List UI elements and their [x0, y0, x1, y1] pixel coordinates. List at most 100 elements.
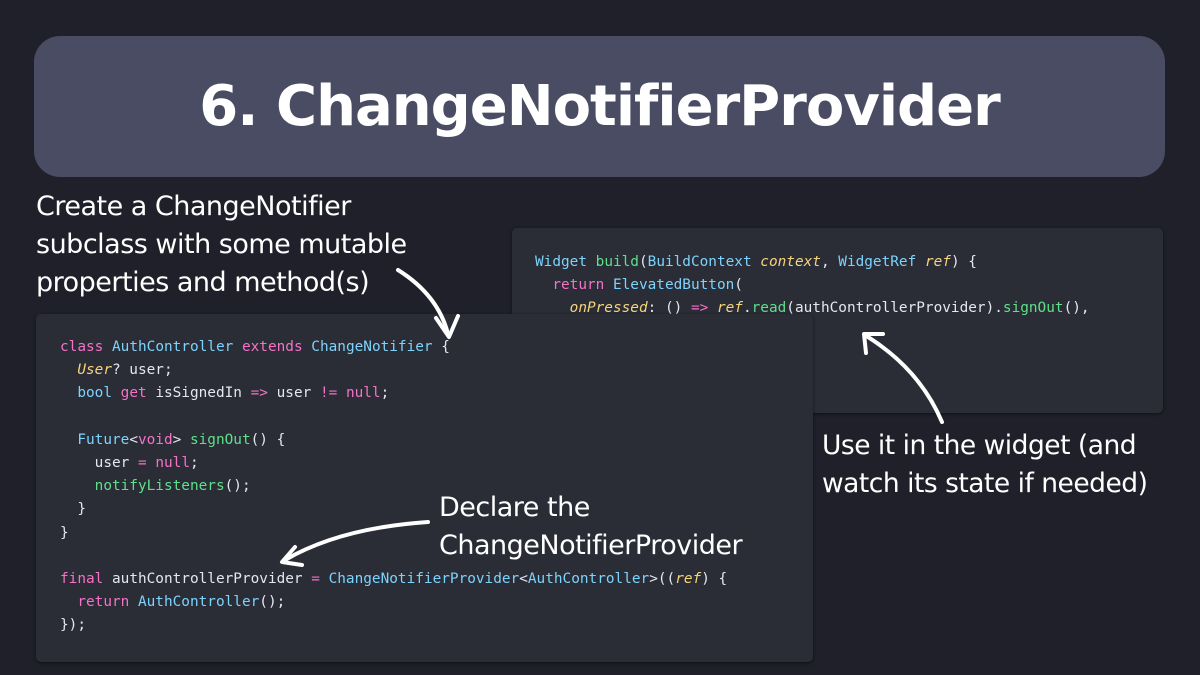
code-token: ( — [638, 254, 648, 270]
code-token: AuthController — [137, 594, 260, 611]
annotation-line: Use it in the widget (and — [822, 430, 1137, 461]
code-token: AuthController — [527, 570, 650, 587]
code-auth-controller: class AuthController extends ChangeNotif… — [60, 336, 727, 637]
code-token: ChangeNotifierProvider — [328, 570, 520, 587]
code-token: user — [267, 385, 320, 402]
code-token: < — [129, 431, 138, 448]
code-line: Widget build(BuildContext context, Widge… — [535, 251, 1090, 274]
annotation-line: Declare the — [439, 492, 590, 523]
code-token: ? user; — [111, 362, 173, 379]
annotation-line: Create a ChangeNotifier — [36, 191, 351, 222]
code-token: (authControllerProvider). — [786, 300, 1003, 317]
code-token: Widget — [535, 254, 587, 270]
annotation-line: subclass with some mutable — [36, 229, 407, 260]
code-token: AuthController — [112, 339, 234, 355]
code-token: < — [519, 570, 528, 587]
code-token: (); — [224, 478, 251, 495]
code-token: notifyListeners — [94, 478, 225, 495]
code-token: (), — [1063, 300, 1090, 317]
slide: 6. ChangeNotifierProvider Create a Chang… — [0, 0, 1200, 675]
code-token: null — [155, 454, 190, 471]
code-line: bool get isSignedIn => user != null; — [60, 382, 727, 405]
code-token: () { — [250, 431, 286, 448]
slide-title: 6. ChangeNotifierProvider — [199, 74, 1000, 139]
code-token: { — [432, 339, 450, 355]
annotation-create-subclass: Create a ChangeNotifier subclass with so… — [36, 188, 407, 302]
title-banner: 6. ChangeNotifierProvider — [34, 36, 1165, 177]
code-token: = — [311, 570, 320, 587]
code-token: ; — [380, 385, 390, 402]
annotation-line: ChangeNotifierProvider — [439, 530, 743, 561]
code-token: ) { — [701, 570, 728, 587]
code-token: => — [250, 385, 268, 402]
code-token: >(( — [649, 570, 676, 587]
code-token: ref — [924, 254, 951, 270]
code-line: class AuthController extends ChangeNotif… — [60, 336, 727, 359]
code-token: User — [77, 362, 112, 379]
code-token: bool — [77, 385, 112, 402]
code-token: BuildContext — [647, 254, 752, 270]
code-token: void — [137, 431, 173, 448]
code-token: (); — [259, 594, 286, 611]
code-token: return — [77, 594, 130, 611]
code-token: extends — [241, 339, 303, 355]
code-line: return ElevatedButton( — [535, 274, 1090, 297]
code-token: , — [820, 254, 839, 270]
code-token: final — [60, 570, 104, 587]
code-token: null — [345, 385, 381, 402]
code-token: ElevatedButton — [612, 277, 735, 294]
code-line: final authControllerProvider = ChangeNot… — [60, 568, 727, 591]
code-token: isSignedIn — [146, 385, 251, 402]
code-line: }); — [60, 614, 727, 637]
code-line: return AuthController(); — [60, 591, 727, 614]
code-token: != — [319, 385, 338, 402]
code-token: signOut — [1002, 300, 1064, 317]
code-token: } — [60, 524, 69, 541]
annotation-declare-provider: Declare the ChangeNotifierProvider — [439, 489, 743, 565]
code-line: User? user; — [60, 359, 727, 382]
code-token: context — [760, 254, 821, 270]
code-block-controller: class AuthController extends ChangeNotif… — [36, 314, 813, 662]
code-token: ; — [189, 454, 199, 471]
code-token: ref — [675, 570, 702, 587]
code-token: > — [172, 431, 190, 448]
code-token: ( — [734, 277, 743, 294]
code-token: user — [60, 454, 138, 471]
code-token: build — [595, 254, 639, 270]
code-token: authControllerProvider — [103, 570, 312, 587]
code-token: }); — [60, 617, 86, 634]
annotation-line: watch its state if needed) — [822, 468, 1148, 499]
code-token: ) { — [950, 254, 977, 270]
annotation-line: properties and method(s) — [36, 267, 370, 298]
code-token: = — [137, 454, 147, 471]
code-token: ChangeNotifier — [311, 339, 433, 355]
code-token: class — [60, 339, 104, 355]
code-token: Future — [77, 431, 130, 448]
code-line: Future<void> signOut() { — [60, 429, 727, 452]
code-token: return — [552, 277, 605, 294]
code-token: WidgetRef — [838, 254, 917, 270]
code-line: user = null; — [60, 452, 727, 475]
annotation-use-in-widget: Use it in the widget (and watch its stat… — [822, 427, 1148, 503]
code-token: signOut — [189, 431, 251, 448]
code-token: get — [120, 385, 147, 402]
code-token: } — [60, 501, 86, 518]
